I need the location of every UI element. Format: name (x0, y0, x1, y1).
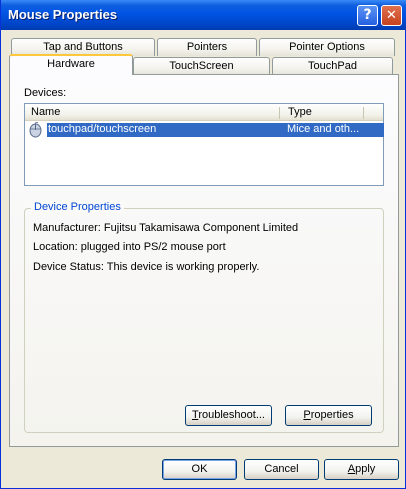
device-row[interactable]: touchpad/touchscreen Mice and oth... (47, 123, 384, 137)
properties-button[interactable]: Properties (285, 405, 372, 426)
device-type: Mice and oth... (287, 123, 360, 135)
tab-pointer-options[interactable]: Pointer Options (259, 38, 395, 56)
button-label: pply (355, 463, 376, 475)
location-text: Location: plugged into PS/2 mouse port (33, 241, 226, 253)
apply-button[interactable]: Apply (324, 459, 399, 480)
devices-list[interactable]: Name Type touchpad/touchscreen Mice and … (24, 103, 384, 186)
window-title: Mouse Properties (8, 7, 118, 22)
tab-hardware[interactable]: Hardware (9, 54, 133, 75)
button-label: roubleshoot... (198, 409, 265, 421)
title-bar[interactable]: Mouse Properties ? ✕ (1, 0, 406, 30)
accelerator-key: P (303, 409, 311, 421)
mouse-icon (29, 122, 42, 138)
device-status-text: Device Status: This device is working pr… (33, 261, 260, 273)
troubleshoot-button[interactable]: Troubleshoot... (185, 405, 272, 426)
question-icon: ? (363, 7, 372, 23)
ok-button[interactable]: OK (162, 459, 237, 480)
close-icon: ✕ (386, 8, 397, 23)
device-properties-legend: Device Properties (31, 201, 124, 213)
accelerator-key: A (347, 463, 356, 475)
column-separator[interactable] (363, 107, 364, 119)
tab-pointers[interactable]: Pointers (157, 38, 257, 56)
button-label: roperties (310, 409, 354, 421)
devices-list-header: Name Type (25, 104, 383, 121)
tab-label: TouchPad (308, 60, 357, 72)
mouse-properties-window: Mouse Properties ? ✕ Tap and Buttons Poi… (0, 0, 406, 489)
cancel-button[interactable]: Cancel (244, 459, 319, 480)
device-name: touchpad/touchscreen (48, 123, 157, 135)
column-separator[interactable] (279, 107, 280, 119)
tab-label: Hardware (47, 58, 95, 70)
tab-label: Tap and Buttons (43, 41, 123, 53)
tab-label: Pointer Options (289, 41, 365, 53)
tab-touchpad[interactable]: TouchPad (272, 57, 393, 75)
column-header-name[interactable]: Name (31, 106, 60, 118)
close-button[interactable]: ✕ (381, 5, 402, 26)
manufacturer-text: Manufacturer: Fujitsu Takamisawa Compone… (33, 222, 299, 234)
hardware-tab-panel: Devices: Name Type touchpad/touchscreen … (9, 74, 399, 447)
help-button[interactable]: ? (357, 5, 378, 26)
tab-touchscreen[interactable]: TouchScreen (133, 57, 270, 75)
tab-label: TouchScreen (169, 60, 234, 72)
button-label: Cancel (264, 463, 299, 475)
button-label: OK (191, 463, 208, 475)
tab-label: Pointers (186, 41, 228, 53)
devices-label: Devices: (24, 87, 67, 99)
column-header-type[interactable]: Type (288, 106, 312, 118)
